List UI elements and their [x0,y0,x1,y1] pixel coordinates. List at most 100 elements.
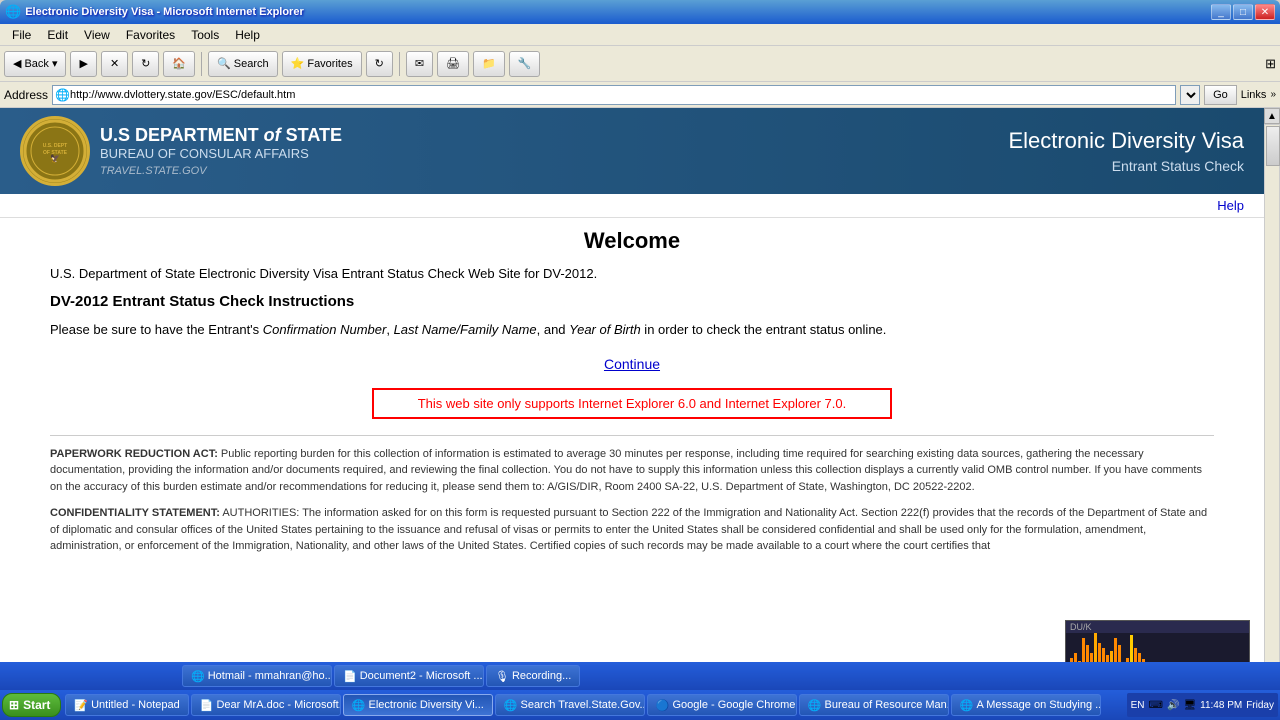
hotmail-icon: 🌐 [191,670,205,683]
go-button[interactable]: Go [1204,85,1237,105]
windows-logo: ⊞ [1265,56,1276,72]
home-button[interactable]: 🏠 [163,51,195,77]
menu-view[interactable]: View [76,26,118,44]
clock-time: 11:48 PM [1200,700,1242,711]
print-button[interactable]: 🖨 [437,51,469,77]
maximize-button[interactable]: □ [1233,4,1253,20]
taskbar-recording[interactable]: 🎙 Recording... [486,665,580,687]
menu-help[interactable]: Help [227,26,268,44]
instructions-text: Please be sure to have the Entrant's Con… [50,320,1214,340]
taskbar-ie-edv[interactable]: 🌐 Electronic Diversity Vi... [343,694,493,716]
star-icon: ⭐ [291,57,305,70]
back-button[interactable]: ◀ Back ▾ [4,51,66,77]
separator [201,52,202,76]
search-button[interactable]: 🔍 Search [208,51,278,77]
title-bar: 🌐 Electronic Diversity Visa - Microsoft … [0,0,1280,24]
links-expand-icon[interactable]: » [1270,89,1276,100]
taskbar-ie-bureau[interactable]: 🌐 Bureau of Resource Man... [799,694,949,716]
browser-body: U.S. DEPT OF STATE 🦅 U.S DEPARTMENT of S… [0,108,1280,692]
address-label: Address [4,88,48,102]
confidentiality-title: CONFIDENTIALITY STATEMENT: [50,507,220,519]
continue-link[interactable]: Continue [50,356,1214,372]
vertical-scrollbar: ▲ ▼ [1264,108,1280,692]
taskbar-notepad[interactable]: 📝 Untitled - Notepad [65,694,188,716]
header-title: Electronic Diversity Visa Entrant Status… [1008,128,1244,174]
ie-warning: This web site only supports Internet Exp… [372,388,892,419]
word-icon2: 📄 [343,670,357,683]
ie-icon4: 🌐 [960,699,974,712]
dept-info: U.S DEPARTMENT of STATE BUREAU OF CONSUL… [100,125,342,177]
minimize-button[interactable]: _ [1211,4,1231,20]
taskbar-word-dear[interactable]: 📄 Dear MrA.doc - Microsoft... [191,694,341,716]
content-area: U.S. DEPT OF STATE 🦅 U.S DEPARTMENT of S… [0,108,1264,692]
refresh-page-button[interactable]: ↻ [366,51,393,77]
address-input[interactable] [70,89,1173,101]
separator2 [399,52,400,76]
stop-button[interactable]: ✕ [101,51,128,77]
forward-button[interactable]: ▶ [70,51,96,77]
visa-title: Electronic Diversity Visa [1008,128,1244,154]
menu-bar: File Edit View Favorites Tools Help [0,24,1280,46]
toolbar: ◀ Back ▾ ▶ ✕ ↻ 🏠 🔍 Search ⭐ Favorites ↻ … [0,46,1280,82]
folder-button[interactable]: 📁 [473,51,505,77]
address-secure-icon: 🌐 [55,88,70,102]
menu-tools[interactable]: Tools [183,26,227,44]
welcome-title: Welcome [50,228,1214,254]
taskbar-bottom-apps: 🌐 Hotmail - mmahran@ho... 📄 Document2 - … [182,665,580,687]
forward-icon: ▶ [79,57,87,70]
taskbar-row2: 🌐 Hotmail - mmahran@ho... 📄 Document2 - … [0,662,1280,690]
help-link[interactable]: Help [1217,198,1244,213]
address-bar: Address 🌐 ▾ Go Links » [0,82,1280,108]
taskbar-word-doc2[interactable]: 📄 Document2 - Microsoft ... [334,665,484,687]
confidentiality-section: CONFIDENTIALITY STATEMENT: AUTHORITIES: … [50,505,1214,555]
status-check-label: Entrant Status Check [1008,158,1244,174]
reload-icon: ↻ [375,57,384,70]
scrollbar-track[interactable] [1264,124,1280,676]
mail-button[interactable]: ✉ [406,51,433,77]
folder-icon: 📁 [482,57,496,70]
links-button[interactable]: Links [1241,89,1267,101]
dropdown-icon: ▾ [52,57,58,70]
site-header: U.S. DEPT OF STATE 🦅 U.S DEPARTMENT of S… [0,108,1264,194]
language-indicator: EN [1131,700,1145,711]
menu-favorites[interactable]: Favorites [118,26,183,44]
travel-url: TRAVEL.STATE.GOV [100,165,342,177]
menu-edit[interactable]: Edit [39,26,76,44]
mail-icon: ✉ [415,57,424,70]
ie-icon: 🌐 [352,699,366,712]
bureau-name: BUREAU OF CONSULAR AFFAIRS [100,146,342,161]
taskbar-chrome[interactable]: 🔵 Google - Google Chrome [647,694,797,716]
ie-icon3: 🌐 [808,699,822,712]
taskbar-ie-search[interactable]: 🌐 Search Travel.State.Gov... [495,694,645,716]
windows-logo-icon: ⊞ [9,698,19,712]
tools-icon: 🔧 [518,57,532,70]
refresh-icon: ↻ [141,57,150,70]
taskbar: ⊞ Start 📝 Untitled - Notepad 📄 Dear MrA.… [0,690,1280,720]
dept-name: U.S DEPARTMENT of STATE [100,125,342,146]
close-button[interactable]: ✕ [1255,4,1275,20]
search-icon: 🔍 [217,57,231,70]
refresh-button[interactable]: ↻ [132,51,159,77]
tools-button[interactable]: 🔧 [509,51,541,77]
word-icon: 📄 [200,699,214,712]
taskbar-hotmail[interactable]: 🌐 Hotmail - mmahran@ho... [182,665,332,687]
favorites-button[interactable]: ⭐ Favorites [282,51,362,77]
page-content: U.S. DEPT OF STATE 🦅 U.S DEPARTMENT of S… [0,108,1264,565]
scrollbar-thumb[interactable] [1266,126,1280,166]
intro-text: U.S. Department of State Electronic Dive… [50,266,1214,281]
window-controls: _ □ ✕ [1211,4,1275,20]
home-icon: 🏠 [172,57,186,70]
start-button[interactable]: ⊞ Start [2,693,61,717]
tray-icon-network: 🖥 [1183,700,1196,711]
taskbar-ie-message[interactable]: 🌐 A Message on Studying ... [951,694,1101,716]
scroll-up-button[interactable]: ▲ [1264,108,1280,124]
confidentiality-text: AUTHORITIES: The information asked for o… [50,507,1207,552]
menu-file[interactable]: File [4,26,39,44]
paperwork-section: PAPERWORK REDUCTION ACT: Public reportin… [50,446,1214,496]
ie-icon2: 🌐 [504,699,518,712]
address-dropdown[interactable]: ▾ [1180,85,1200,105]
notepad-icon: 📝 [74,699,88,712]
window-title: Electronic Diversity Visa - Microsoft In… [25,6,304,18]
print-icon: 🖨 [446,57,460,70]
system-tray: EN ⌨ 🔊 🖥 11:48 PM Friday [1127,693,1278,717]
